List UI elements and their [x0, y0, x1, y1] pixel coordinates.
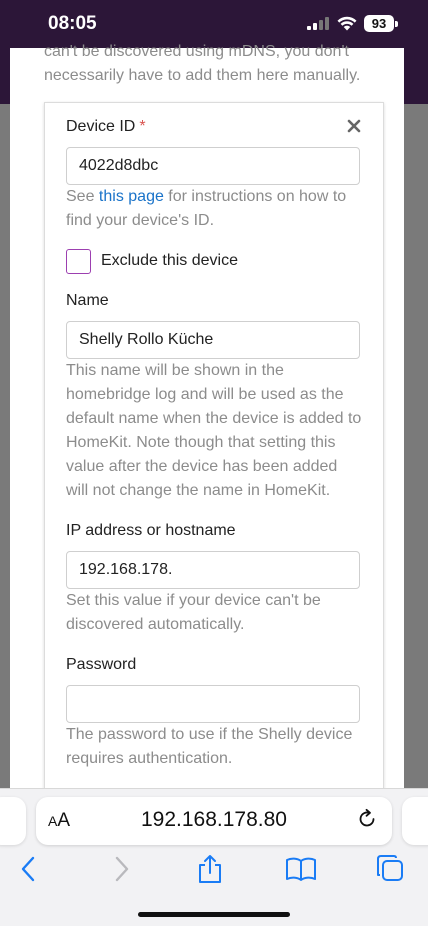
- password-help: The password to use if the Shelly device…: [66, 726, 353, 767]
- wifi-icon: [337, 16, 357, 31]
- name-label: Name: [66, 292, 109, 309]
- device-id-label: Device ID *: [66, 118, 146, 135]
- exclude-device-checkbox[interactable]: [66, 249, 91, 274]
- name-input[interactable]: [66, 321, 360, 359]
- close-icon[interactable]: [346, 118, 362, 134]
- reload-icon[interactable]: [356, 808, 378, 830]
- ip-address-help: Set this value if your device can't be d…: [66, 592, 321, 633]
- tabs-icon[interactable]: [374, 854, 406, 884]
- password-label: Password: [66, 656, 137, 673]
- home-indicator: [138, 912, 290, 917]
- device-id-input[interactable]: [66, 147, 360, 185]
- reader-options-button[interactable]: AA: [48, 810, 70, 832]
- exclude-device-label: Exclude this device: [101, 252, 238, 269]
- battery-indicator: 93: [364, 15, 394, 32]
- ip-address-input[interactable]: [66, 551, 360, 589]
- forward-icon[interactable]: [110, 854, 132, 884]
- required-marker: *: [139, 118, 146, 135]
- name-help: This name will be shown in the homebridg…: [66, 362, 362, 499]
- device-id-help: See this page for instructions on how to…: [66, 188, 347, 229]
- cellular-signal-icon: [307, 17, 329, 30]
- next-tab-preview[interactable]: [402, 797, 428, 845]
- previous-tab-preview[interactable]: [0, 797, 26, 845]
- back-icon[interactable]: [18, 854, 40, 884]
- battery-tip: [395, 21, 398, 27]
- password-input[interactable]: [66, 685, 360, 723]
- bookmarks-icon[interactable]: [284, 854, 318, 884]
- url-text[interactable]: 192.168.178.80: [114, 808, 314, 832]
- share-icon[interactable]: [196, 854, 224, 884]
- ip-address-label: IP address or hostname: [66, 522, 236, 539]
- intro-text: can't be discovered using mDNS, you don'…: [44, 43, 361, 84]
- status-time: 08:05: [48, 13, 97, 34]
- instructions-link[interactable]: this page: [99, 188, 164, 205]
